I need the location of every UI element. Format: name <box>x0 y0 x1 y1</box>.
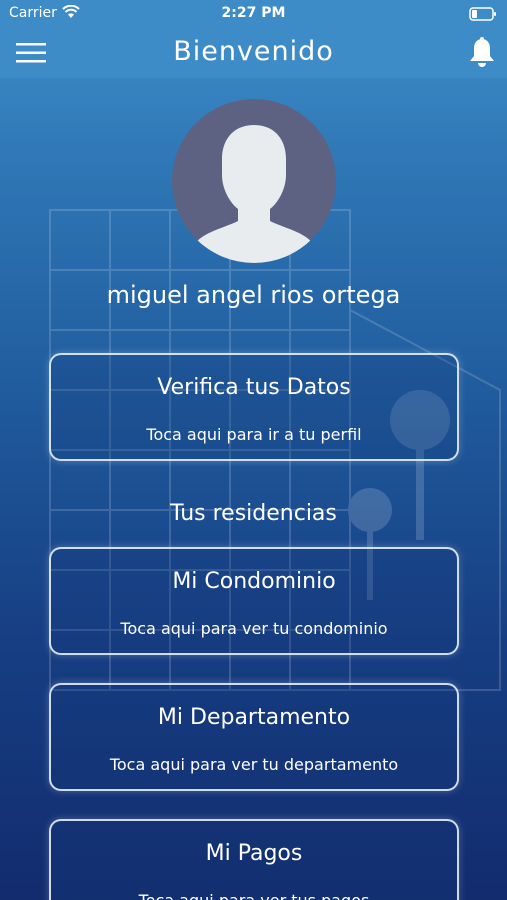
verify-data-subtitle: Toca aqui para ir a tu perfil <box>146 425 362 444</box>
departamento-card[interactable]: Mi Departamento Toca aqui para ver tu de… <box>49 683 459 791</box>
condominio-card[interactable]: Mi Condominio Toca aqui para ver tu cond… <box>49 547 459 655</box>
status-bar: Carrier 2:27 PM <box>0 0 507 28</box>
notifications-button[interactable] <box>469 37 495 69</box>
residences-section-title: Tus residencias <box>170 501 337 526</box>
status-time: 2:27 PM <box>221 5 286 21</box>
condominio-subtitle: Toca aqui para ver tu condominio <box>120 619 388 638</box>
user-silhouette-icon <box>192 125 316 263</box>
verify-data-title: Verifica tus Datos <box>157 375 351 400</box>
nav-bar: Bienvenido <box>0 28 507 78</box>
avatar[interactable] <box>172 99 336 263</box>
pagos-title: Mi Pagos <box>205 841 303 866</box>
battery-icon <box>469 7 497 25</box>
departamento-title: Mi Departamento <box>157 705 351 730</box>
user-name: miguel angel rios ortega <box>106 281 401 309</box>
verify-data-card[interactable]: Verifica tus Datos Toca aqui para ir a t… <box>49 353 459 461</box>
condominio-title: Mi Condominio <box>172 569 336 594</box>
page-title: Bienvenido <box>173 36 334 67</box>
bell-icon <box>470 37 494 67</box>
pagos-subtitle: Toca aqui para ver tus pagos <box>51 891 457 900</box>
pagos-card[interactable]: Mi Pagos Toca aqui para ver tus pagos <box>49 819 459 900</box>
departamento-subtitle: Toca aqui para ver tu departamento <box>109 755 399 774</box>
